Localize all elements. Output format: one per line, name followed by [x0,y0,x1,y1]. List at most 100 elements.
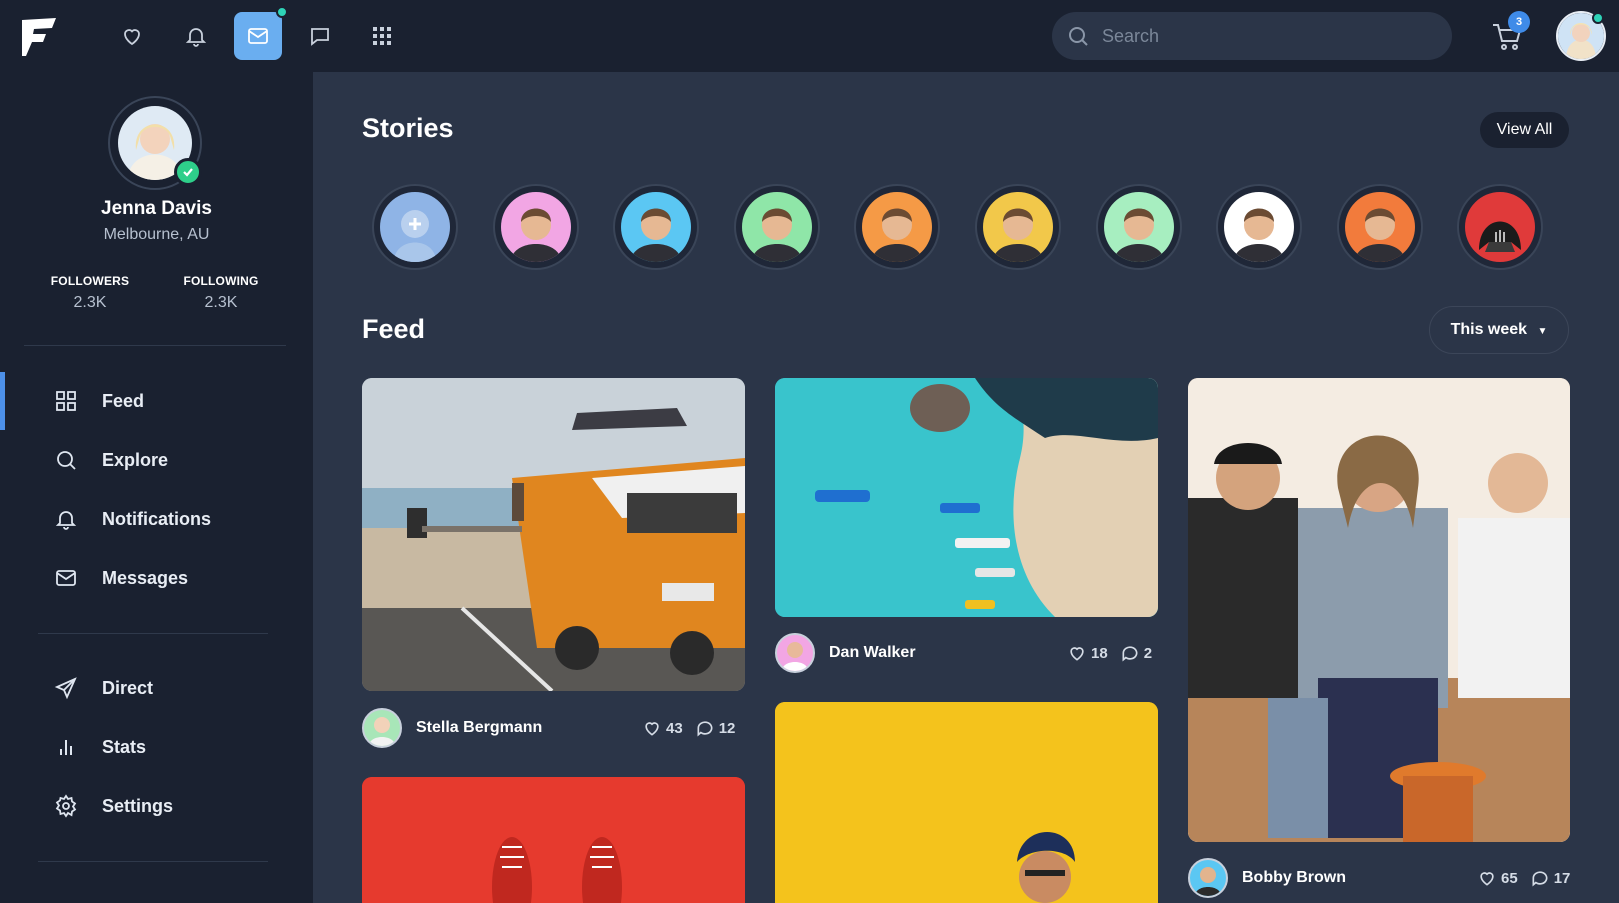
bell-icon [185,28,207,47]
post-author[interactable]: Dan Walker [775,632,916,674]
story-photo [1355,208,1405,262]
divider [38,861,268,862]
stories-title: Stories [362,113,454,143]
chat-icon [311,28,329,46]
search-icon [1069,27,1088,46]
mail-icon [56,570,76,586]
divider [38,633,268,634]
heart-icon [645,722,659,736]
story-photo [752,208,802,262]
post-image[interactable] [775,702,1158,903]
search-icon [57,451,76,470]
sidebar-item-messages[interactable]: Messages [0,549,313,607]
sidebar-item-label: Direct [102,677,154,698]
story-photo [1114,208,1164,262]
comment-button[interactable]: 12 [695,718,735,738]
comment-icon [697,721,713,737]
sidebar-item-notifications[interactable]: Notifications [0,490,313,548]
like-button[interactable]: 65 [1477,868,1518,888]
post-author[interactable]: Bobby Brown [1188,857,1346,899]
online-status-dot [1592,12,1604,24]
favorites-nav-button[interactable] [108,12,156,60]
comment-button[interactable]: 2 [1120,643,1152,663]
messages-online-dot [276,6,288,18]
messages-nav-button[interactable] [234,12,282,60]
grid-icon [56,391,76,411]
bar-chart-icon [60,740,72,755]
post-image[interactable] [362,378,745,691]
post-image[interactable] [775,378,1158,617]
search-bar[interactable] [1052,12,1452,60]
chat-nav-button[interactable] [296,12,344,60]
like-button[interactable]: 43 [642,718,683,738]
comment-icon [1532,871,1548,887]
sidebar: Jenna Davis Melbourne, AU FOLLOWERS 2.3K… [0,72,313,903]
story-avatar[interactable] [1457,184,1543,270]
heart-icon [1480,872,1494,886]
top-bar: 3 [0,0,1619,72]
story-avatar[interactable] [613,184,699,270]
story-avatar[interactable] [493,184,579,270]
post-metrics: 18 2 [1055,632,1152,674]
sidebar-item-label: Settings [102,795,174,816]
like-count: 65 [1501,869,1518,887]
sidebar-item-feed[interactable]: Feed [0,372,313,430]
like-count: 43 [666,719,683,737]
following-stat[interactable]: FOLLOWING 2.3K [161,274,281,312]
sidebar-item-label: Stats [102,736,147,757]
sidebar-item-stats[interactable]: Stats [0,718,313,776]
comment-count: 17 [1553,869,1571,887]
time-filter-dropdown[interactable]: This week ▼ [1429,306,1569,354]
followers-value: 2.3K [73,294,107,311]
story-avatar[interactable] [854,184,940,270]
story-avatar[interactable] [1096,184,1182,270]
sidebar-item-label: Explore [102,449,169,470]
send-icon [54,677,77,700]
add-story-button[interactable] [372,184,458,270]
sidebar-item-settings[interactable]: Settings [0,777,313,835]
followers-label: FOLLOWERS [50,274,130,288]
divider [24,345,286,346]
author-avatar [775,633,815,673]
heart-icon [124,29,140,46]
author-avatar [1188,858,1228,898]
verified-badge [174,158,202,186]
story-photo [993,208,1043,262]
author-name: Bobby Brown [1242,869,1346,886]
sidebar-item-direct[interactable]: Direct [0,659,313,717]
bell-icon [55,511,77,530]
story-avatar[interactable] [1216,184,1302,270]
comment-button[interactable]: 17 [1530,868,1571,888]
story-photo [1479,221,1521,252]
sidebar-item-label: Feed [102,390,145,411]
time-filter-label: This week [1450,321,1528,338]
view-all-button[interactable]: View All [1480,112,1569,148]
feed-title: Feed [362,314,426,344]
like-button[interactable]: 18 [1067,643,1108,663]
app-logo[interactable] [18,14,58,58]
sidebar-item-label: Notifications [102,508,212,529]
story-avatar[interactable] [975,184,1061,270]
post-image[interactable] [362,777,745,903]
notifications-nav-button[interactable] [172,12,220,60]
search-input[interactable] [1102,25,1422,47]
followers-stat[interactable]: FOLLOWERS 2.3K [30,274,150,312]
cart-count-badge: 3 [1508,11,1530,33]
story-avatar[interactable] [734,184,820,270]
author-avatar [362,708,402,748]
sidebar-item-explore[interactable]: Explore [0,431,313,489]
heart-icon [1070,647,1084,661]
post-author[interactable]: Stella Bergmann [362,707,542,749]
following-label: FOLLOWING [183,274,259,288]
story-photo [631,208,681,262]
post-metrics: 43 12 [630,707,735,749]
story-photo [1234,208,1284,262]
following-value: 2.3K [204,294,238,311]
post-metrics: 65 17 [1465,857,1570,899]
apps-nav-button[interactable] [358,12,406,60]
profile-location: Melbourne, AU [103,226,210,243]
caret-down-icon: ▼ [1537,326,1548,337]
mail-icon [248,28,268,44]
story-avatar[interactable] [1337,184,1423,270]
post-image[interactable] [1188,378,1570,842]
